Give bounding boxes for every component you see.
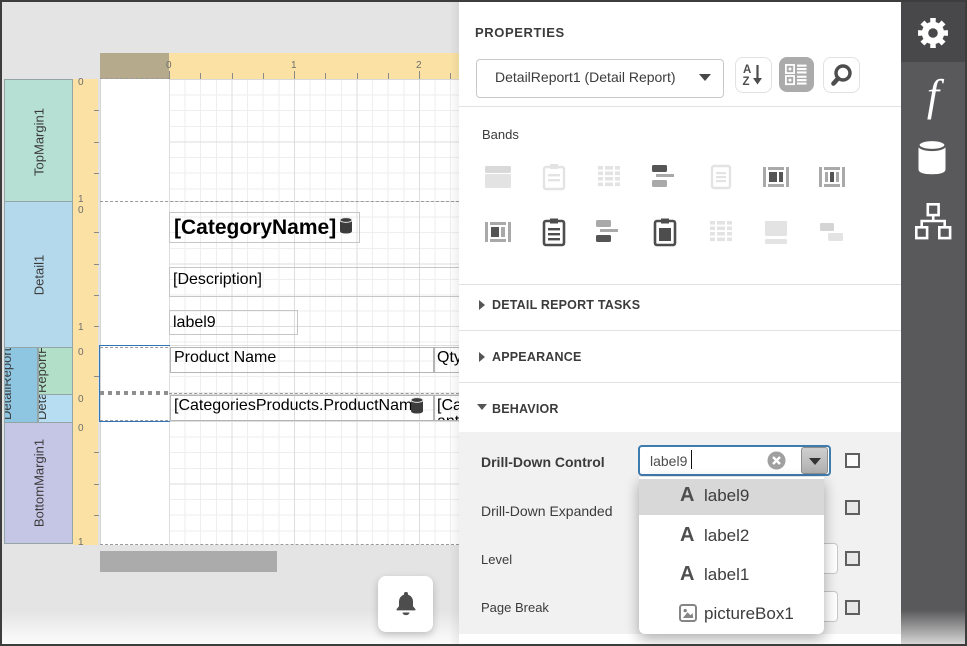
svg-text:Z: Z (743, 76, 750, 88)
svg-text:A: A (743, 64, 751, 76)
